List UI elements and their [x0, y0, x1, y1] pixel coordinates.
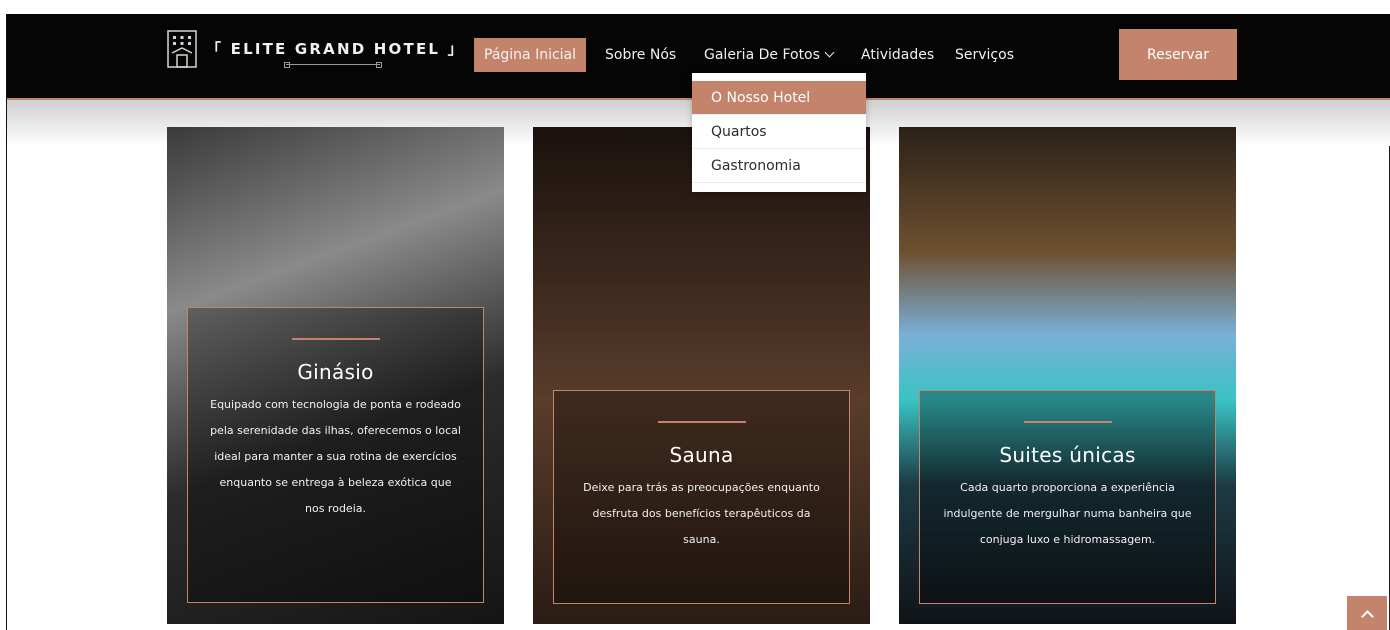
card-gym-description: Equipado com tecnologia de ponta e rodea…: [210, 398, 461, 515]
nav-about-label: Sobre Nós: [605, 47, 677, 63]
nav-home-label: Página Inicial: [484, 47, 577, 63]
nav-activities-label: Atividades: [861, 47, 935, 63]
card-sauna[interactable]: Sauna Deixe para trás as preocupações en…: [533, 127, 870, 624]
card-accent-bar: [291, 338, 380, 340]
logo-text[interactable]: 「 ELITE GRAND HOTEL 」: [206, 38, 465, 59]
card-gym-title: Ginásio: [297, 360, 374, 384]
dropdown-item-rooms[interactable]: Quartos: [692, 115, 866, 149]
card-suites-title: Suites únicas: [999, 443, 1136, 467]
hotel-building-icon[interactable]: [167, 30, 197, 68]
nav-about[interactable]: Sobre Nós: [605, 38, 676, 72]
scroll-to-top-button[interactable]: [1347, 596, 1387, 630]
card-accent-bar: [1023, 421, 1112, 423]
nav-gallery[interactable]: Galeria De Fotos: [704, 38, 835, 72]
card-suites-description: Cada quarto proporciona a experiência in…: [943, 481, 1192, 546]
nav-gallery-label: Galeria De Fotos: [704, 47, 820, 63]
dropdown-item-hotel[interactable]: O Nosso Hotel: [692, 81, 866, 115]
card-accent-bar: [657, 421, 746, 423]
nav-services[interactable]: Serviços: [955, 38, 1014, 72]
nav-activities[interactable]: Atividades: [861, 38, 934, 72]
logo-ornament: [284, 62, 382, 68]
card-sauna-overlay: Sauna Deixe para trás as preocupações en…: [553, 390, 850, 604]
chevron-down-icon: [824, 47, 835, 58]
chevron-up-icon: [1361, 610, 1374, 623]
card-sauna-description: Deixe para trás as preocupações enquanto…: [583, 481, 820, 546]
card-sauna-title: Sauna: [669, 443, 734, 467]
card-gym-overlay: Ginásio Equipado com tecnologia de ponta…: [187, 307, 484, 603]
gallery-dropdown: O Nosso Hotel Quartos Gastronomia: [692, 73, 866, 192]
card-suites[interactable]: Suites únicas Cada quarto proporciona a …: [899, 127, 1236, 624]
reserve-button[interactable]: Reservar: [1119, 29, 1237, 80]
dropdown-item-gastronomy[interactable]: Gastronomia: [692, 149, 866, 183]
card-gym[interactable]: Ginásio Equipado com tecnologia de ponta…: [167, 127, 504, 624]
nav-services-label: Serviços: [955, 47, 1014, 63]
nav-home[interactable]: Página Inicial: [474, 38, 587, 72]
card-suites-overlay: Suites únicas Cada quarto proporciona a …: [919, 390, 1216, 604]
